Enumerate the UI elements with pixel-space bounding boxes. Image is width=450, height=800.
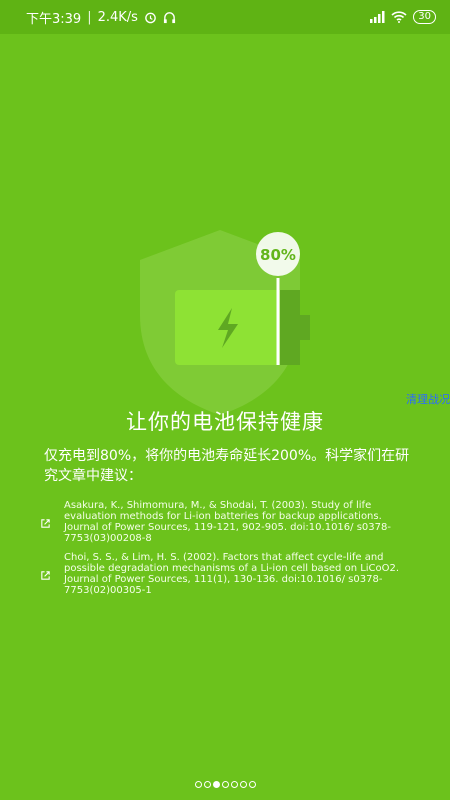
separator: |	[87, 9, 92, 25]
reference-text[interactable]: Choi, S. S., & Lim, H. S. (2002). Factor…	[64, 552, 410, 596]
external-link-icon[interactable]	[40, 518, 54, 532]
clock: 下午3:39	[26, 11, 82, 27]
signal-icon	[369, 11, 385, 23]
page-dot[interactable]	[239, 781, 247, 788]
page-dot[interactable]	[194, 781, 202, 788]
alarm-icon	[144, 11, 157, 24]
network-speed: 2.4K/s	[97, 9, 138, 25]
cleanup-link[interactable]: 清理战况	[406, 391, 450, 407]
headset-icon	[163, 11, 176, 24]
page-dot[interactable]	[203, 781, 211, 788]
wifi-icon	[391, 11, 407, 23]
status-left: 下午3:39 | 2.4K/s	[26, 8, 176, 27]
status-right: 30	[369, 10, 436, 24]
page-title: 让你的电池保持健康	[126, 410, 324, 434]
intro-text: 仅充电到80%，将你的电池寿命延长200%。科学家们在研究文章中建议：	[44, 448, 410, 484]
reference-text[interactable]: Asakura, K., Shimomura, M., & Shodai, T.…	[64, 500, 410, 544]
reference-item[interactable]: Asakura, K., Shimomura, M., & Shodai, T.…	[40, 500, 410, 544]
external-link-icon[interactable]	[40, 570, 54, 584]
page-dot[interactable]	[221, 781, 229, 788]
page-dot-active[interactable]	[212, 781, 220, 788]
page-dot[interactable]	[248, 781, 256, 788]
page-dot[interactable]	[230, 781, 238, 788]
battery-icon: 30	[413, 10, 436, 24]
reference-item[interactable]: Choi, S. S., & Lim, H. S. (2002). Factor…	[40, 552, 410, 596]
battery-icon	[175, 290, 310, 365]
battery-illustration: 80%	[140, 230, 310, 415]
status-bar: 下午3:39 | 2.4K/s 30	[0, 0, 450, 34]
page-indicator	[0, 781, 450, 788]
reference-list: Asakura, K., Shimomura, M., & Shodai, T.…	[40, 500, 410, 604]
charge-badge-label: 80%	[260, 246, 296, 264]
